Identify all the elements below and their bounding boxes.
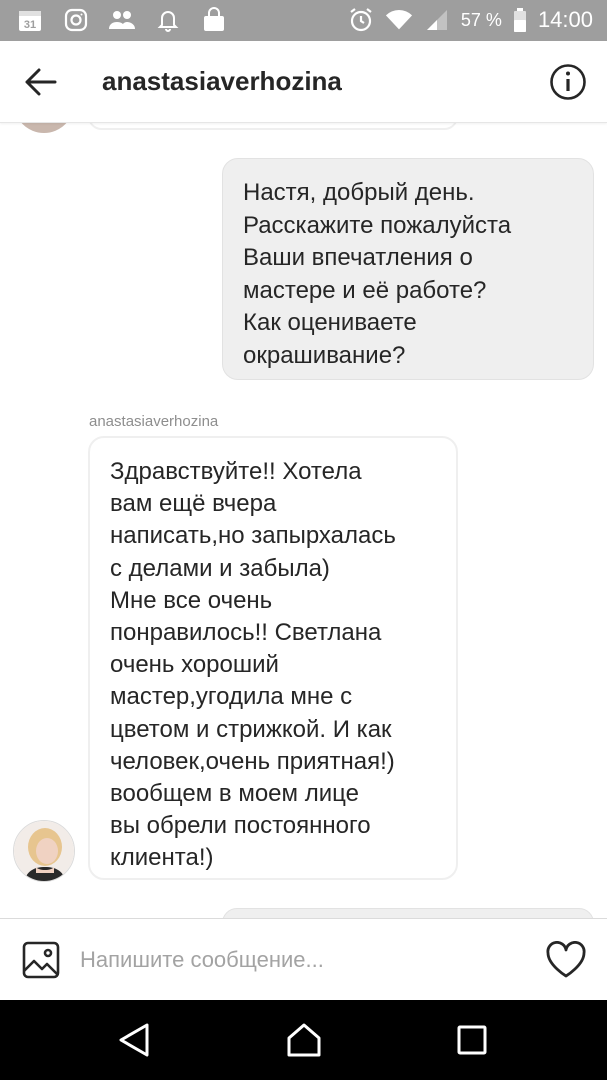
svg-text:31: 31 — [24, 19, 36, 31]
message-input[interactable] — [80, 937, 520, 983]
signal-icon — [423, 6, 451, 34]
notification-bell-icon — [154, 6, 182, 34]
sender-avatar[interactable] — [13, 820, 75, 882]
like-button[interactable] — [543, 939, 589, 981]
info-icon — [550, 64, 586, 100]
avatar[interactable] — [14, 123, 74, 133]
battery-percent: 57 % — [460, 9, 502, 30]
instagram-icon — [62, 6, 90, 34]
message-bubble-partial — [88, 123, 458, 130]
sender-name: anastasiaverhozina — [89, 413, 219, 430]
back-arrow-icon — [25, 68, 57, 96]
image-icon — [22, 941, 60, 979]
message-composer — [0, 918, 607, 1000]
recents-square-icon — [457, 1025, 487, 1055]
conversation-title[interactable]: anastasiaverhozina — [102, 66, 342, 97]
chat-header: anastasiaverhozina — [0, 41, 607, 123]
shopping-bag-icon — [200, 6, 228, 34]
wifi-icon — [385, 6, 413, 34]
outgoing-message[interactable]: Настя, добрый день. Расскажите пожалуйст… — [222, 158, 594, 380]
calendar-icon: 31 — [16, 6, 44, 34]
nav-back-button[interactable] — [112, 1018, 156, 1062]
alarm-icon — [347, 6, 375, 34]
message-thread[interactable]: Настя, добрый день. Расскажите пожалуйст… — [0, 123, 607, 918]
back-button[interactable] — [18, 59, 64, 105]
info-button[interactable] — [547, 61, 589, 103]
nav-recents-button[interactable] — [450, 1018, 494, 1062]
message-bubble-partial — [222, 908, 594, 918]
triangle-back-icon — [119, 1023, 149, 1057]
status-bar: 31 57 % 14:00 — [0, 0, 607, 41]
home-icon — [287, 1023, 321, 1057]
gallery-button[interactable] — [20, 939, 62, 981]
clock-time: 14:00 — [537, 7, 593, 32]
nav-home-button[interactable] — [282, 1018, 326, 1062]
people-icon — [108, 6, 136, 34]
incoming-message[interactable]: Здравствуйте!! Хотела вам ещё вчера напи… — [88, 436, 458, 880]
system-nav-bar — [0, 1000, 607, 1080]
heart-icon — [546, 941, 586, 978]
battery-icon — [512, 6, 528, 34]
